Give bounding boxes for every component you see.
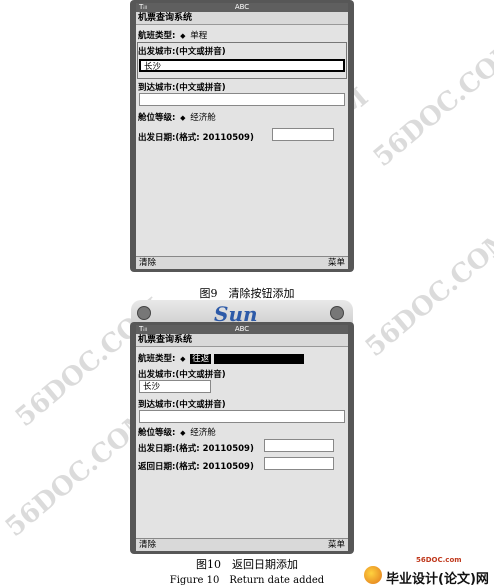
- clear-softkey[interactable]: 清除: [139, 539, 156, 551]
- cabin-label: 舱位等级:: [138, 428, 176, 438]
- phone-screen-2: Tᵢₗₗ ABC 机票查询系统 航班类型: ◆ 往返 出发城市:(中文或拼音) …: [136, 325, 348, 551]
- figure-caption-9: 图9 清除按钮添加: [199, 287, 295, 300]
- trip-type-label: 航班类型:: [138, 354, 176, 364]
- return-date-input[interactable]: [264, 457, 334, 470]
- depart-date-label: 出发日期:(格式: 20110509): [138, 133, 254, 143]
- depart-city-value: 长沙: [143, 382, 161, 392]
- arrive-city-label: 到达城市:(中文或拼音): [138, 83, 226, 93]
- arrive-city-input[interactable]: [139, 93, 345, 106]
- radio-bullet-icon: ◆: [180, 355, 186, 363]
- power-button-icon[interactable]: [330, 306, 344, 320]
- arrive-city-input[interactable]: [139, 410, 345, 423]
- brand-logo-icon: [364, 566, 382, 584]
- phone-frame-1: Tᵢₗₗ ABC 机票查询系统 航班类型: ◆ 单程 出发城市:(中文或拼音) …: [130, 0, 354, 272]
- app-title: 机票查询系统: [136, 334, 348, 347]
- radio-bullet-icon: ◆: [180, 429, 186, 437]
- left-device-button-icon[interactable]: [137, 306, 151, 320]
- selection-highlight: [213, 353, 304, 364]
- softkey-bar: 清除 菜单: [136, 538, 348, 551]
- clear-softkey[interactable]: 清除: [139, 257, 156, 269]
- brand-url: 56DOC.com: [416, 556, 462, 564]
- cabin-row: 舱位等级: ◆ 经济舱: [138, 426, 346, 438]
- depart-city-label: 出发城市:(中文或拼音): [138, 47, 226, 57]
- menu-softkey[interactable]: 菜单: [328, 257, 345, 269]
- softkey-bar: 清除 菜单: [136, 256, 348, 269]
- trip-type-value[interactable]: 单程: [190, 31, 207, 41]
- status-bar: Tᵢₗₗ ABC: [136, 325, 348, 334]
- app-title: 机票查询系统: [136, 12, 348, 25]
- depart-city-value: 长沙: [144, 62, 162, 72]
- cabin-value[interactable]: 经济舱: [190, 113, 216, 123]
- menu-softkey[interactable]: 菜单: [328, 539, 345, 551]
- depart-city-input[interactable]: 长沙: [139, 59, 345, 72]
- trip-type-value[interactable]: 往返: [190, 354, 212, 364]
- status-bar: Tᵢₗₗ ABC: [136, 3, 348, 12]
- cabin-label: 舱位等级:: [138, 113, 176, 123]
- depart-date-label: 出发日期:(格式: 20110509): [138, 444, 254, 454]
- trip-type-label: 航班类型:: [138, 31, 176, 41]
- depart-date-input[interactable]: [264, 439, 334, 452]
- phone-screen-1: Tᵢₗₗ ABC 机票查询系统 航班类型: ◆ 单程 出发城市:(中文或拼音) …: [136, 3, 348, 269]
- input-mode-indicator: ABC: [234, 325, 250, 333]
- depart-city-input[interactable]: 长沙: [139, 380, 211, 393]
- brand-name: 毕业设计(论文)网: [386, 572, 489, 587]
- depart-city-label: 出发城市:(中文或拼音): [138, 370, 226, 380]
- return-date-label: 返回日期:(格式: 20110509): [138, 462, 254, 472]
- trip-type-row: 航班类型: ◆ 往返: [138, 352, 346, 364]
- depart-date-input[interactable]: [272, 128, 334, 141]
- radio-bullet-icon: ◆: [180, 32, 186, 40]
- phone-frame-2: Tᵢₗₗ ABC 机票查询系统 航班类型: ◆ 往返 出发城市:(中文或拼音) …: [130, 322, 354, 554]
- input-mode-indicator: ABC: [234, 3, 250, 11]
- trip-type-row: 航班类型: ◆ 单程: [138, 29, 346, 41]
- watermark: 56DOC.COM: [368, 32, 494, 173]
- arrive-city-label: 到达城市:(中文或拼音): [138, 400, 226, 410]
- cabin-value[interactable]: 经济舱: [190, 428, 216, 438]
- cabin-row: 舱位等级: ◆ 经济舱: [138, 111, 346, 123]
- radio-bullet-icon: ◆: [180, 114, 186, 122]
- site-brand: 56DOC.com 毕业设计(论文)网: [358, 556, 494, 588]
